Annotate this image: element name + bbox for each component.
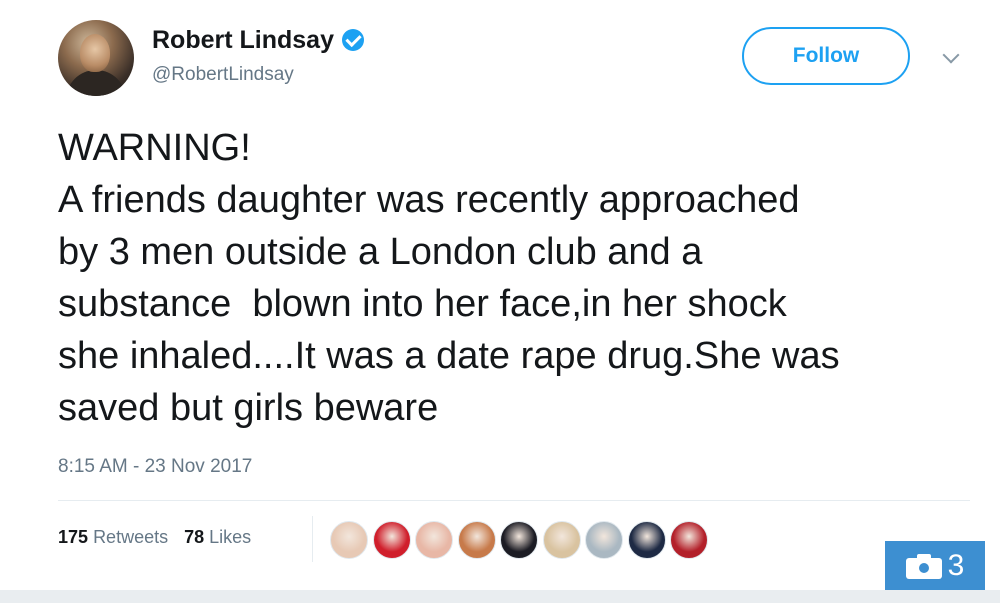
photo-count: 3: [947, 549, 965, 582]
stats-divider: [312, 516, 313, 562]
divider: [58, 500, 970, 501]
bottom-strip: [0, 590, 1000, 603]
liker-avatar-6[interactable]: [542, 521, 581, 559]
liker-avatar-8[interactable]: [627, 521, 666, 559]
liker-avatar-7[interactable]: [585, 521, 623, 559]
liker-avatar-1[interactable]: [330, 521, 368, 559]
tweet-card: Robert Lindsay @RobertLindsay Follow WAR…: [0, 0, 1000, 591]
avatar-body: [66, 70, 126, 96]
liker-avatar-2[interactable]: [372, 521, 411, 559]
retweets-count: 175: [58, 527, 89, 547]
verified-badge-icon: [341, 29, 364, 51]
liker-avatar-3[interactable]: [415, 521, 453, 559]
likes-label: Likes: [209, 527, 252, 547]
camera-icon: [905, 553, 942, 579]
avatar[interactable]: [58, 20, 134, 96]
retweets-label: Retweets: [93, 527, 169, 547]
chevron-down-icon[interactable]: [942, 46, 960, 64]
liker-avatar-5[interactable]: [500, 521, 538, 559]
display-name[interactable]: Robert Lindsay: [152, 26, 364, 55]
liker-avatar-9[interactable]: [670, 521, 708, 559]
user-handle[interactable]: @RobertLindsay: [152, 64, 294, 86]
avatar-face: [80, 34, 110, 72]
likes-link[interactable]: 78 Likes: [184, 527, 251, 547]
liker-avatar-4[interactable]: [457, 521, 496, 559]
photo-count-badge[interactable]: 3: [885, 541, 985, 591]
likes-count: 78: [184, 527, 205, 547]
retweets-link[interactable]: 175 Retweets: [58, 527, 168, 547]
follow-button[interactable]: Follow: [742, 27, 910, 85]
tweet-stats: 175 Retweets 78 Likes: [58, 527, 251, 548]
display-name-text: Robert Lindsay: [152, 26, 334, 54]
tweet-timestamp[interactable]: 8:15 AM - 23 Nov 2017: [58, 456, 252, 478]
tweet-text: WARNING! A friends daughter was recently…: [58, 127, 840, 429]
likers-avatars: [330, 521, 713, 561]
